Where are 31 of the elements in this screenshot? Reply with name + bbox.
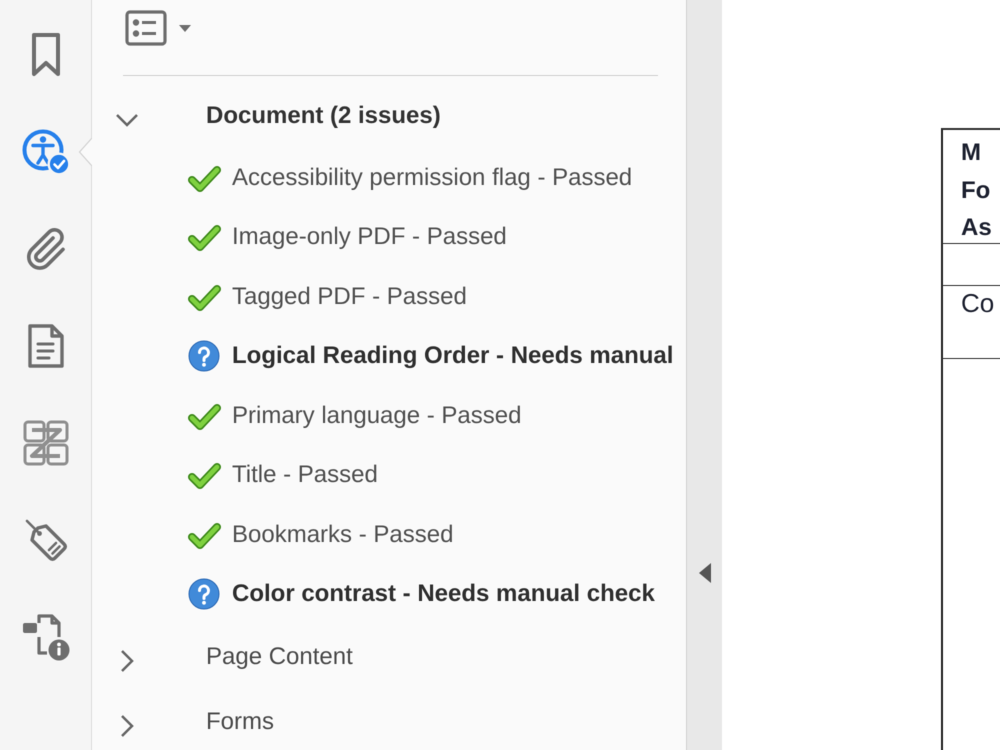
- check-result[interactable]: Color contrast - Needs manual check: [232, 576, 655, 612]
- tree-category[interactable]: Forms: [206, 704, 274, 740]
- check-result[interactable]: Bookmarks - Passed: [232, 516, 454, 553]
- document-info-icon[interactable]: [20, 612, 70, 660]
- cell-text: M: [961, 138, 982, 168]
- caret-icon: [179, 24, 191, 32]
- chevron-down-icon[interactable]: [115, 113, 139, 127]
- check-result[interactable]: Primary language - Passed: [232, 398, 522, 434]
- question-icon: [187, 578, 221, 610]
- cell-text: As: [961, 213, 993, 243]
- check-result[interactable]: Logical Reading Order - Needs manual: [232, 338, 674, 374]
- bookmark-icon[interactable]: [30, 32, 62, 78]
- tree-category[interactable]: Page Content: [206, 638, 353, 674]
- tree-category[interactable]: Document (2 issues): [206, 98, 441, 134]
- z-grid-icon[interactable]: [22, 420, 68, 466]
- view-options-button[interactable]: [125, 10, 191, 46]
- chevron-right-icon[interactable]: [120, 714, 134, 738]
- check-result[interactable]: Image-only PDF - Passed: [232, 219, 507, 256]
- chevron-right-icon[interactable]: [120, 649, 134, 673]
- check-result[interactable]: Tagged PDF - Passed: [232, 278, 467, 315]
- accessibility-icon[interactable]: [20, 128, 70, 176]
- checkmark-icon: [187, 460, 221, 490]
- check-result[interactable]: Title - Passed: [232, 457, 378, 494]
- page-icon[interactable]: [26, 322, 64, 368]
- checkmark-icon: [187, 222, 221, 252]
- left-triangle-icon[interactable]: [698, 563, 710, 583]
- check-result[interactable]: Accessibility permission flag - Passed: [232, 160, 632, 196]
- question-icon: [187, 340, 221, 372]
- list-icon: [125, 10, 167, 46]
- cell-text: Fo: [961, 176, 992, 206]
- cell-text: Co: [961, 287, 996, 319]
